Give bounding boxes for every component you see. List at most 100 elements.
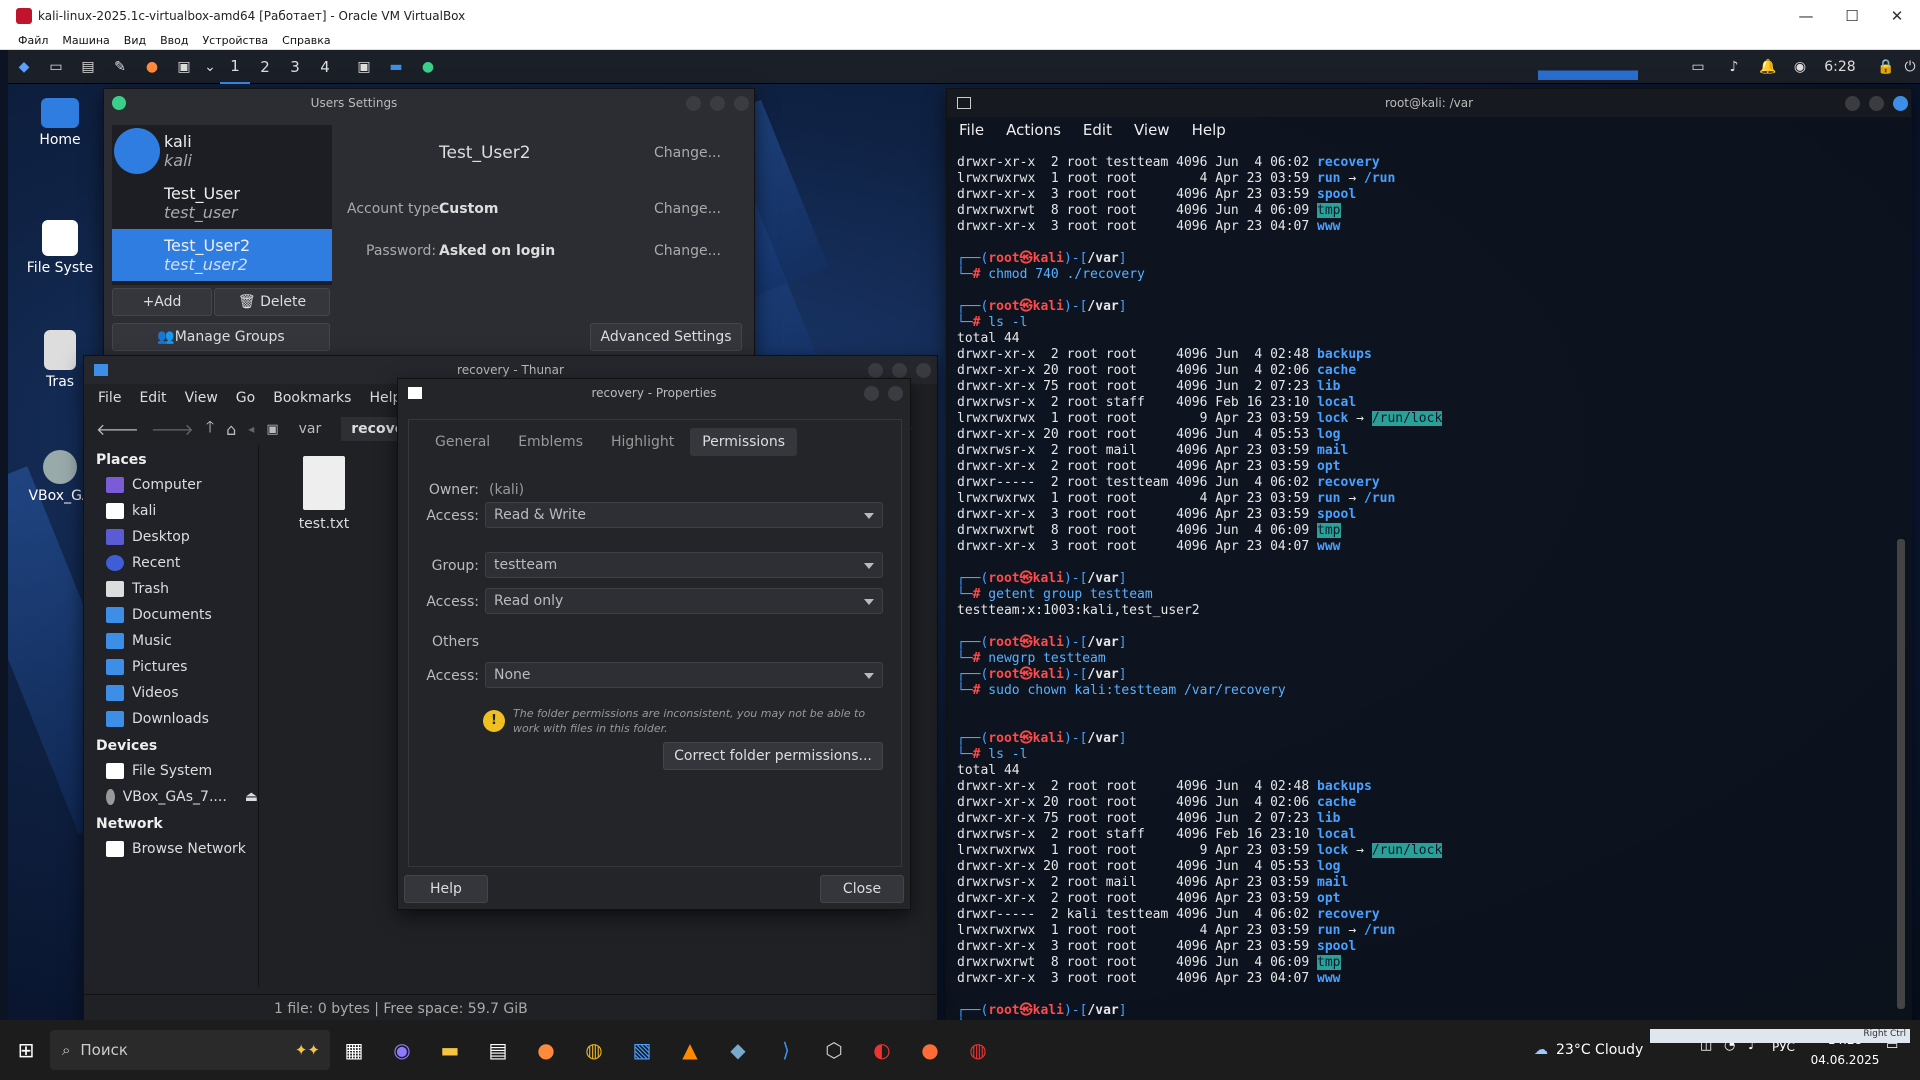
thunar-menu-go[interactable]: Go [236,390,255,406]
manage-groups-button[interactable]: 👥 Manage Groups [112,323,330,351]
drive-icon[interactable]: ▣ [266,422,278,437]
tab-permissions[interactable]: Permissions [690,428,798,456]
postman-icon[interactable]: ● [910,1030,950,1070]
notes-icon[interactable]: ◆ [718,1030,758,1070]
firefox-icon[interactable]: ● [526,1030,566,1070]
sidebar-item-filesystem[interactable]: File System [84,758,258,784]
desktop-icon-home[interactable]: Home [20,98,100,148]
start-icon[interactable]: ⊞ [6,1030,46,1070]
chevron-down-icon[interactable]: ⌄ [204,56,216,78]
task-view-icon[interactable]: ▦ [334,1030,374,1070]
thunar-menu-bookmarks[interactable]: Bookmarks [273,390,351,406]
add-user-button[interactable]: +Add [112,288,212,316]
properties-minimize-button[interactable] [864,386,879,401]
terminal-close-button[interactable] [1893,96,1908,111]
photos-icon[interactable]: ▧ [622,1030,662,1070]
sidebar-item-vbox[interactable]: VBox_GAs_7.... ⏏ [84,784,258,810]
thunar-menu-file[interactable]: File [98,390,121,406]
path-segment-var[interactable]: var [291,417,330,441]
properties-close-button[interactable] [888,386,903,401]
sidebar-item-pictures[interactable]: Pictures [84,654,258,680]
forward-icon[interactable]: 🡒 [151,419,194,439]
change-password-button[interactable]: Change... [654,243,721,259]
tab-highlight[interactable]: Highlight [599,428,686,456]
display-icon[interactable]: ▭ [1686,50,1710,84]
file-item[interactable]: test.txt [284,456,364,532]
sidebar-item-recent[interactable]: Recent [84,550,258,576]
virtualbox-icon[interactable]: ◐ [862,1030,902,1070]
delete-user-button[interactable]: 🗑 Delete [214,288,330,316]
terminal-maximize-button[interactable] [1869,96,1884,111]
group-select[interactable]: testteam [485,552,883,578]
show-desktop-icon[interactable]: ▭ [44,56,68,78]
owner-access-select[interactable]: Read & Write [485,502,883,528]
minimize-button[interactable]: — [1783,0,1829,32]
terminal-menu-edit[interactable]: Edit [1083,121,1112,139]
taskbar-search[interactable]: ⌕ Поиск ✦✦ [50,1030,330,1070]
lock-icon[interactable]: 🔒 [1874,50,1898,84]
folder-task-icon[interactable]: ▬ [384,56,408,78]
terminal-output[interactable]: drwxr-xr-x 2 root testteam 4096 Jun 4 06… [947,145,1897,1034]
vlc-icon[interactable]: ▲ [670,1030,710,1070]
sidebar-item-computer[interactable]: Computer [84,472,258,498]
power-icon[interactable]: ⏻ [1900,50,1920,84]
panel-clock[interactable]: 6:28 [1820,50,1860,84]
close-button[interactable]: ✕ [1874,0,1920,32]
back-icon[interactable]: 🡐 [96,419,139,439]
sidebar-item-documents[interactable]: Documents [84,602,258,628]
thunar-menu-edit[interactable]: Edit [139,390,166,406]
host-menu-devices[interactable]: Устройства [202,34,268,47]
terminal-menu-help[interactable]: Help [1192,121,1226,139]
terminal-menu-view[interactable]: View [1134,121,1170,139]
host-menu-input[interactable]: Ввод [160,34,188,47]
bell-icon[interactable]: 🔔 [1756,50,1780,84]
home-icon[interactable]: ⌂ [226,420,236,439]
user-item-test-user[interactable]: Test_User test_user [112,177,332,229]
maximize-button[interactable]: ☐ [1829,0,1875,32]
chrome-icon[interactable]: ◍ [574,1030,614,1070]
users-close-button[interactable] [734,96,749,111]
file-manager-icon[interactable]: ▤ [76,56,100,78]
sidebar-item-trash[interactable]: Trash [84,576,258,602]
workspace-3[interactable]: 3 [280,50,310,84]
workspace-2[interactable]: 2 [250,50,280,84]
volume-icon[interactable]: ♪ [1722,50,1746,84]
eject-icon[interactable]: ⏏ [245,789,258,805]
chrome-alt-icon[interactable]: ◍ [958,1030,998,1070]
thunar-close-button[interactable] [916,363,931,378]
correct-permissions-button[interactable]: Correct folder permissions... [663,742,883,770]
host-menu-help[interactable]: Справка [282,34,330,47]
terminal-icon[interactable]: ▣ [172,56,196,78]
path-left-icon[interactable]: ◂ [248,422,254,436]
terminal-task-icon[interactable]: ▣ [352,56,376,78]
sidebar-item-music[interactable]: Music [84,628,258,654]
explorer-icon[interactable]: ▬ [430,1030,470,1070]
copilot-icon[interactable]: ◉ [382,1030,422,1070]
terminal-minimize-button[interactable] [1845,96,1860,111]
virtualbox-cube-icon[interactable]: ⬡ [814,1030,854,1070]
users-task-icon[interactable]: ● [416,56,440,78]
group-access-select[interactable]: Read only [485,588,883,614]
host-menu-machine[interactable]: Машина [62,34,109,47]
tab-general[interactable]: General [423,428,502,456]
thunar-minimize-button[interactable] [868,363,883,378]
up-icon[interactable]: 🡑 [206,416,214,443]
text-editor-icon[interactable]: ✎ [108,56,132,78]
sidebar-item-kali[interactable]: kali [84,498,258,524]
kali-menu-icon[interactable]: ◆ [12,56,36,78]
sidebar-item-browse-network[interactable]: Browse Network [84,836,258,862]
terminal-menu-file[interactable]: File [959,121,984,139]
terminal-scrollbar[interactable] [1897,539,1905,1009]
terminal-menu-actions[interactable]: Actions [1006,121,1061,139]
tab-emblems[interactable]: Emblems [506,428,595,456]
user-item-kali[interactable]: kali kali [112,125,332,177]
user-item-test-user2[interactable]: Test_User2 test_user2 [112,229,332,281]
change-name-button[interactable]: Change... [654,145,721,161]
thunar-menu-view[interactable]: View [185,390,218,406]
change-account-type-button[interactable]: Change... [654,201,721,217]
users-maximize-button[interactable] [710,96,725,111]
advanced-settings-button[interactable]: Advanced Settings [590,323,742,351]
users-minimize-button[interactable] [686,96,701,111]
thunar-maximize-button[interactable] [892,363,907,378]
vscode-icon[interactable]: ⟩ [766,1030,806,1070]
